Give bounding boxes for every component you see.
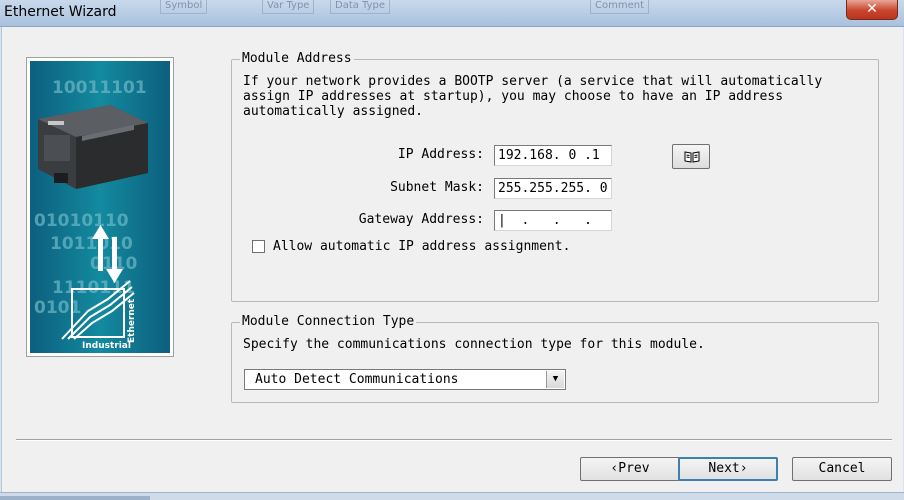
close-icon: ✕	[866, 1, 878, 17]
plc-module-graphic	[38, 105, 148, 189]
button-separator	[16, 439, 892, 441]
address-book-button[interactable]	[672, 144, 710, 169]
bootp-checkbox[interactable]	[252, 240, 265, 253]
ip-address-label: IP Address:	[397, 147, 484, 162]
connection-type-group: Module Connection Type Specify the commu…	[231, 314, 879, 403]
next-button[interactable]: Next›	[678, 457, 778, 481]
connection-type-select[interactable]: Auto Detect Communications ▼	[244, 369, 566, 390]
wizard-body: 10011101 01010110 1011010 0110 1110111 0…	[1, 27, 903, 492]
window-bottom-bar	[0, 496, 150, 500]
background-tab-var-type: Var Type	[262, 0, 315, 14]
cancel-button[interactable]: Cancel	[792, 457, 892, 481]
industrial-ethernet-graphic: 10011101 01010110 1011010 0110 1110111 0…	[30, 61, 170, 353]
connection-type-value: Auto Detect Communications	[255, 372, 459, 387]
background-tab-data-type: Data Type	[330, 0, 391, 14]
industrial-ethernet-image: 10011101 01010110 1011010 0110 1110111 0…	[26, 57, 174, 357]
binary-text-3: 1011010	[50, 234, 133, 254]
bootp-checkbox-label[interactable]: Allow automatic IP address assignment.	[273, 239, 570, 255]
close-button[interactable]: ✕	[846, 0, 898, 20]
chevron-down-icon[interactable]: ▼	[546, 371, 564, 388]
connection-type-description: Specify the communications connection ty…	[243, 337, 705, 352]
logo-industrial-text: Industrial	[82, 341, 131, 351]
ip-address-input[interactable]: 192.168. 0 .1	[494, 145, 612, 166]
module-address-legend: Module Address	[240, 51, 354, 67]
module-address-description: If your network provides a BOOTP server …	[243, 74, 823, 119]
binary-text-1: 10011101	[52, 78, 147, 98]
subnet-mask-label: Subnet Mask:	[390, 180, 484, 195]
window-bottom-frame	[0, 492, 904, 500]
binary-text-2: 01010110	[34, 211, 129, 231]
connection-type-legend: Module Connection Type	[240, 314, 417, 330]
logo-ethernet-text: Ethernet	[127, 298, 137, 343]
module-address-group: Module Address If your network provides …	[231, 51, 879, 302]
background-tab-comment: Comment	[590, 0, 649, 14]
title-bar: Ethernet Wizard Symbol Var Type Data Typ…	[0, 0, 904, 27]
binary-text-6: 0101	[34, 298, 81, 318]
gateway-address-input[interactable]: | . . .	[494, 210, 612, 231]
gateway-address-label: Gateway Address:	[358, 212, 484, 227]
background-tab-symbol: Symbol	[160, 0, 208, 14]
book-icon	[684, 151, 700, 163]
window-title: Ethernet Wizard	[4, 4, 117, 20]
prev-button[interactable]: ‹Prev	[580, 457, 680, 481]
subnet-mask-input[interactable]: 255.255.255. 0	[494, 178, 612, 199]
